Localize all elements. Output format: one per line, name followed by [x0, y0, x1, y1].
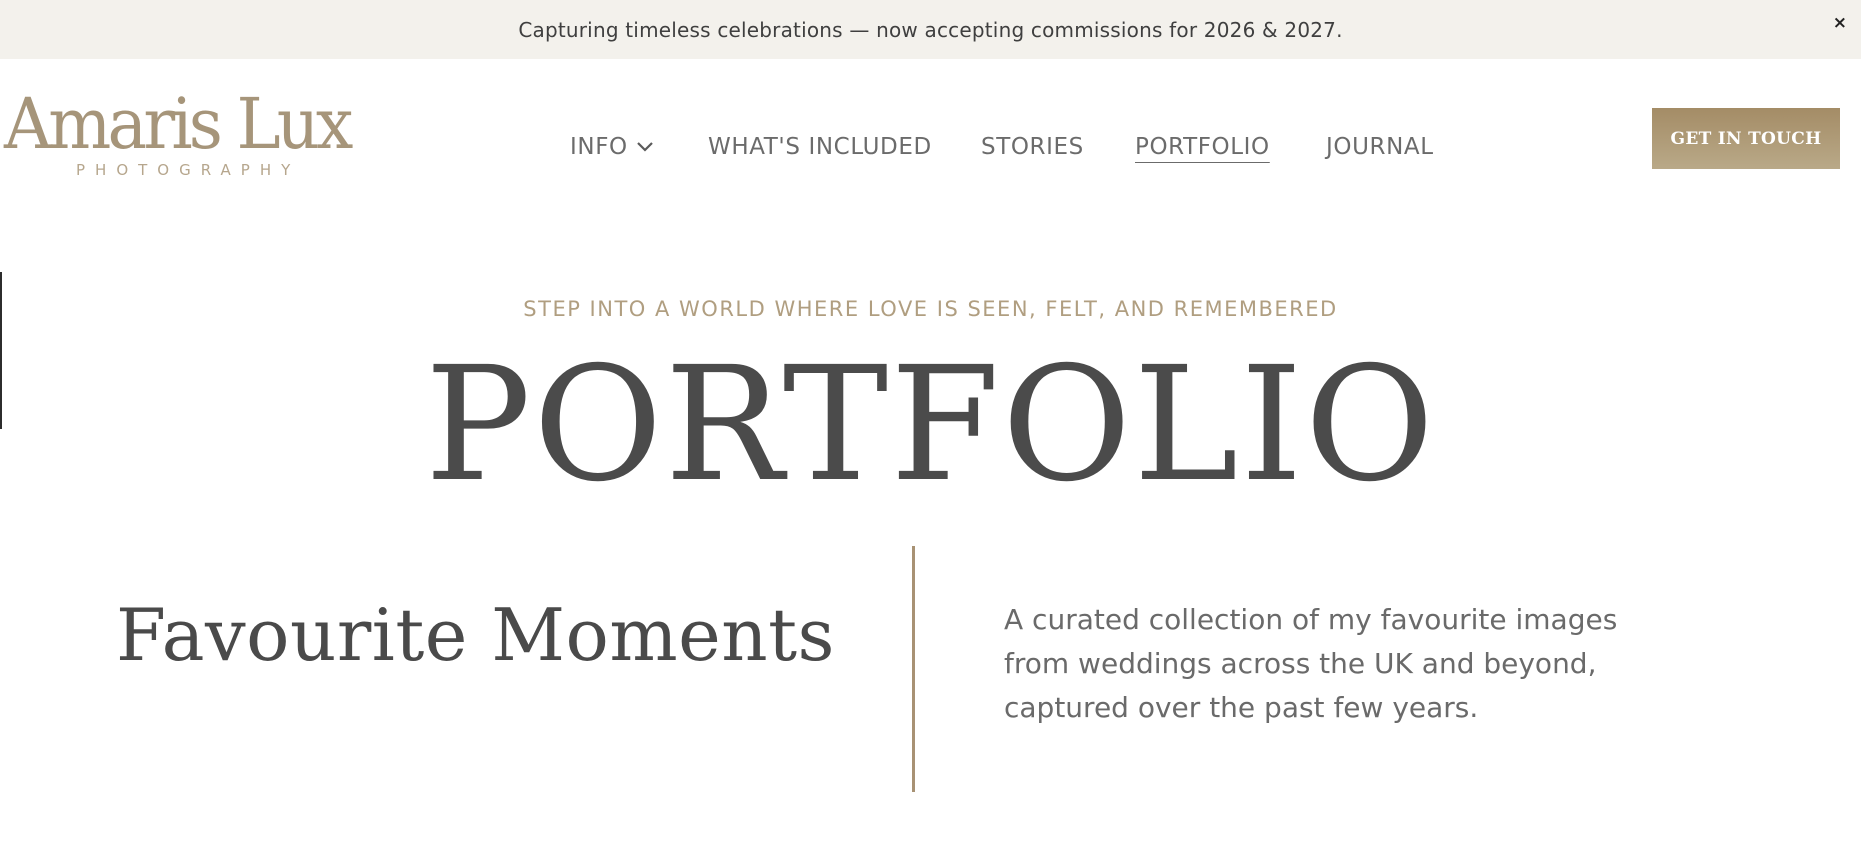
close-icon[interactable]: × — [1833, 15, 1847, 32]
section-description: A curated collection of my favourite ima… — [1004, 603, 1618, 724]
announcement-text: Capturing timeless celebrations — now ac… — [518, 17, 1343, 42]
announcement-bar: Capturing timeless celebrations — now ac… — [0, 0, 1861, 59]
hero-eyebrow: STEP INTO A WORLD WHERE LOVE IS SEEN, FE… — [523, 297, 1338, 321]
vertical-divider — [912, 546, 915, 792]
nav-item-label: WHAT'S INCLUDED — [708, 134, 932, 160]
section-title: Favourite Moments — [116, 593, 835, 677]
page-title: PORTFOLIO — [424, 333, 1437, 517]
nav-item-info[interactable]: INFO — [570, 127, 654, 167]
nav-item-whats-included[interactable]: WHAT'S INCLUDED — [708, 127, 932, 167]
main-nav: INFO WHAT'S INCLUDED STORIES PORTFOLIO J… — [0, 127, 1861, 167]
chevron-down-icon — [636, 142, 653, 152]
nav-item-label: STORIES — [981, 134, 1084, 160]
get-in-touch-label: GET IN TOUCH — [1670, 128, 1822, 149]
nav-item-stories[interactable]: STORIES — [981, 127, 1084, 167]
nav-item-label: PORTFOLIO — [1135, 134, 1270, 160]
nav-item-journal[interactable]: JOURNAL — [1326, 127, 1434, 167]
get-in-touch-button[interactable]: GET IN TOUCH — [1652, 108, 1840, 169]
nav-item-portfolio[interactable]: PORTFOLIO — [1135, 127, 1270, 167]
site-header: Amaris Lux PHOTOGRAPHY INFO WHAT'S INCLU… — [0, 59, 1861, 219]
nav-item-label: JOURNAL — [1326, 134, 1434, 160]
nav-item-label: INFO — [570, 134, 628, 160]
